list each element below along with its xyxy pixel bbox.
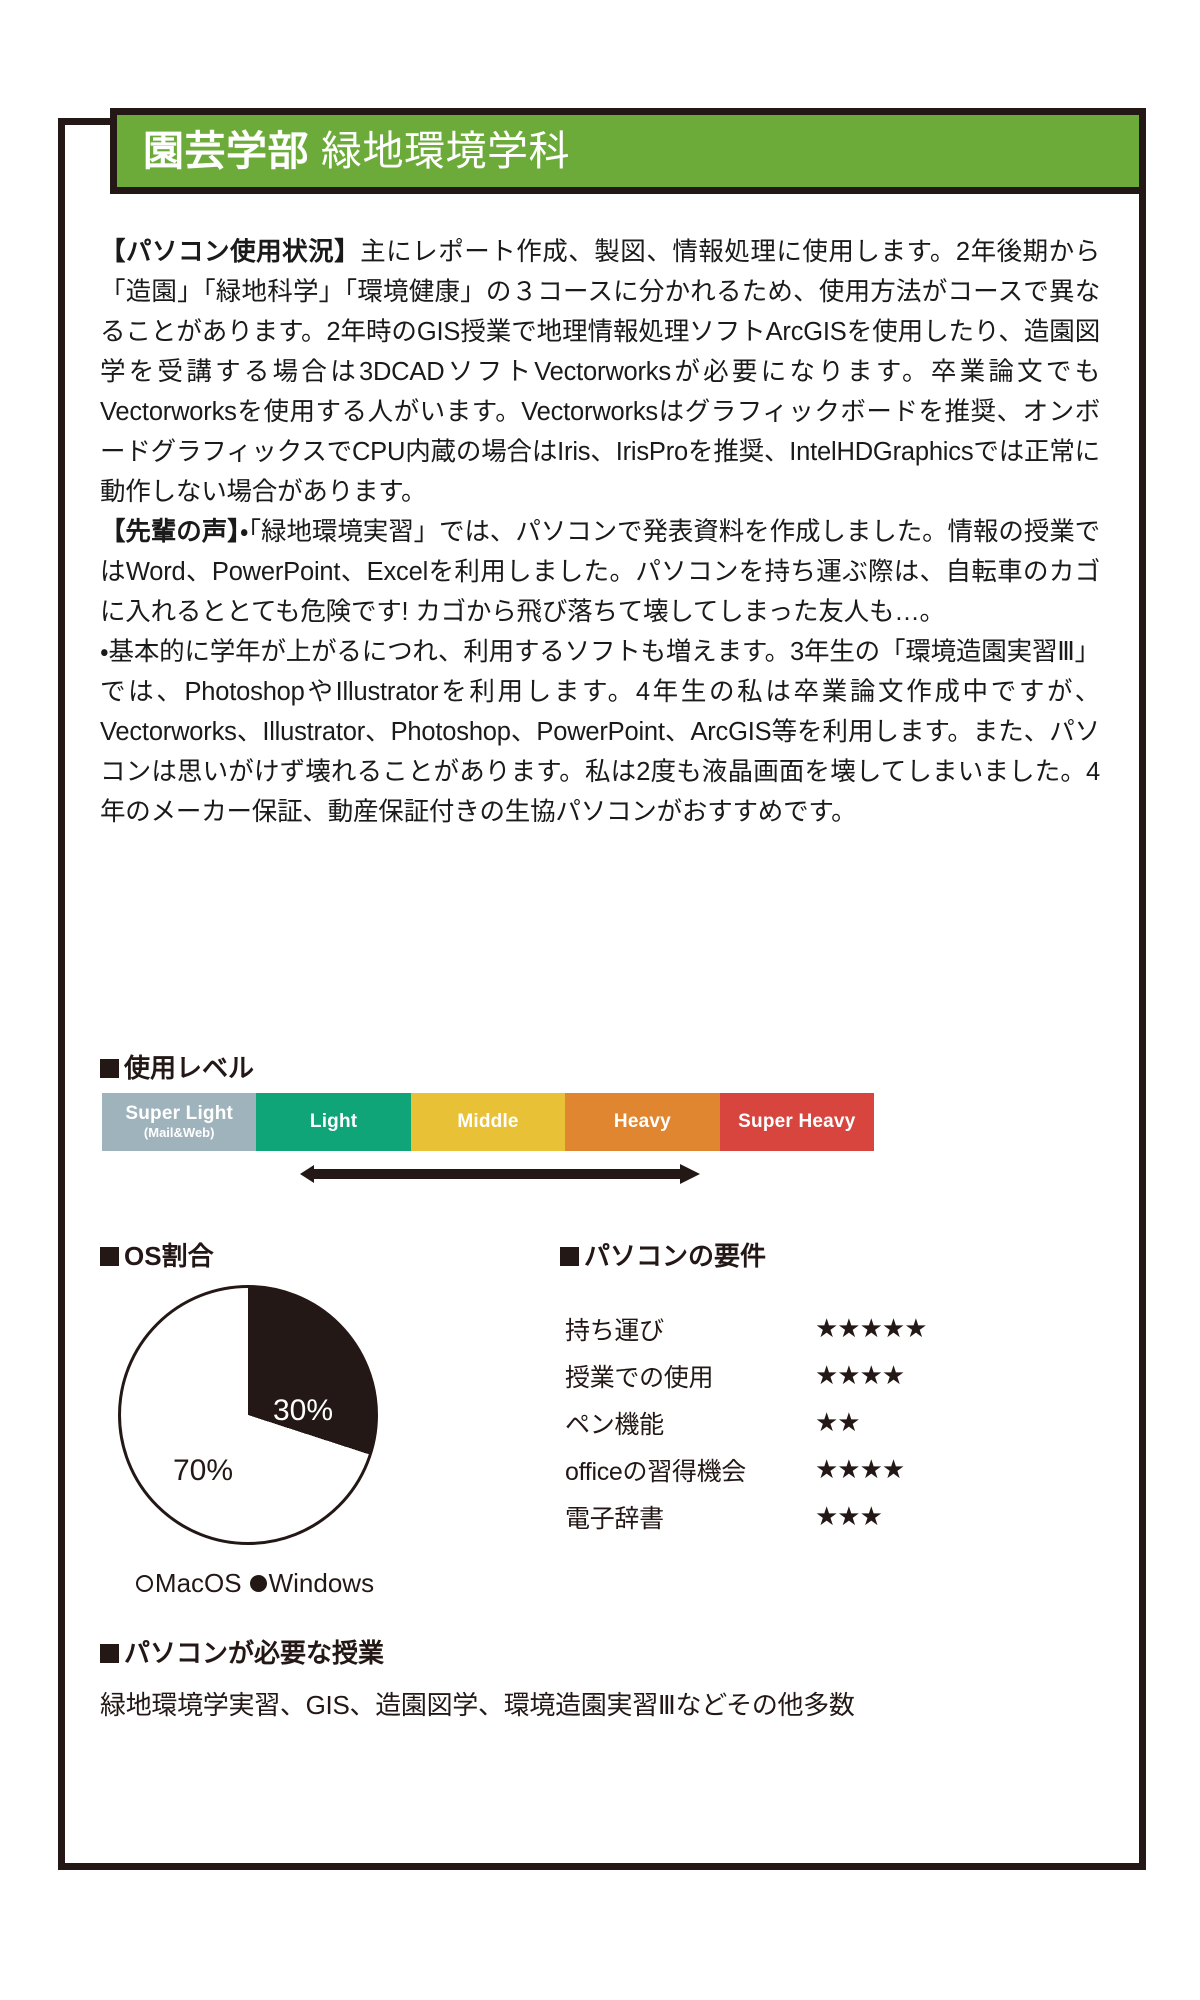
required-classes-heading-text: パソコンが必要な授業 bbox=[124, 1638, 385, 1668]
bullet-square-icon bbox=[560, 1246, 579, 1266]
usage-level-segment-4: Super Heavy bbox=[719, 1093, 875, 1151]
requirements-heading: パソコンの要件 bbox=[560, 1243, 766, 1269]
usage-level-heading: 使用レベル bbox=[100, 1055, 254, 1081]
requirement-star-rating: ★★★ bbox=[815, 1501, 883, 1531]
legend-dot-hollow-icon bbox=[135, 1575, 153, 1592]
usage-level-arrow-icon bbox=[300, 1164, 700, 1184]
requirement-star-rating: ★★★★★ bbox=[815, 1313, 928, 1343]
usage-level-segment-0: Super Light (Mail&Web) bbox=[102, 1093, 257, 1151]
pie-label-windows: 30% bbox=[273, 1394, 334, 1427]
paragraph-senior-voice-text: ・「緑地環境実習」では、パソコンで発表資料を作成しました。情報の授業ではWord… bbox=[100, 518, 1100, 626]
requirement-name: ペン機能 bbox=[565, 1410, 664, 1439]
usage-level-segment-label: Light bbox=[309, 1111, 358, 1133]
requirement-star-rating: ★★ bbox=[815, 1407, 861, 1437]
paragraph-senior-voice: 【先輩の声】・「緑地環境実習」では、パソコンで発表資料を作成しました。情報の授業… bbox=[100, 512, 1100, 632]
required-classes-heading: パソコンが必要な授業 bbox=[100, 1640, 384, 1666]
os-ratio-heading: OS割合 bbox=[100, 1243, 214, 1269]
os-pie-chart: 30% 70% bbox=[118, 1285, 378, 1545]
header-banner-inner: 園芸学部 緑地環境学科 bbox=[117, 115, 1139, 187]
requirement-row: 電子辞書 ★★★ bbox=[565, 1493, 1005, 1540]
legend-dot-filled-icon bbox=[249, 1575, 267, 1592]
required-classes-text: 緑地環境学実習、GIS、造園図学、環境造園実習Ⅲなどその他多数 bbox=[100, 1690, 855, 1720]
usage-level-bar: Super Light (Mail&Web) Light Middle Heavy Sup… bbox=[102, 1093, 875, 1151]
requirement-row: 授業での使用 ★★★★ bbox=[565, 1352, 1005, 1399]
usage-level-segment-2: Middle bbox=[410, 1093, 566, 1151]
body-text-block: 【パソコン使用状況】主にレポート作成、製図、情報処理に使用します。2年後期から「… bbox=[100, 232, 1100, 832]
requirements-list: 持ち運び ★★★★★ 授業での使用 ★★★★ ペン機能 ★★ officeの習得機会 ★★★★… bbox=[565, 1305, 1005, 1540]
usage-level-segment-sublabel: (Mail&Web) bbox=[143, 1125, 215, 1141]
usage-level-segment-label: Heavy bbox=[613, 1111, 671, 1133]
usage-level-heading-text: 使用レベル bbox=[124, 1053, 255, 1083]
requirement-row: officeの習得機会 ★★★★ bbox=[565, 1446, 1005, 1493]
os-pie-graphic: 30% 70% bbox=[118, 1285, 378, 1545]
requirement-name: 授業での使用 bbox=[565, 1363, 714, 1392]
requirement-star-rating: ★★★★ bbox=[815, 1360, 905, 1390]
legend-item-macos: MacOS bbox=[135, 1568, 242, 1599]
paragraph-senior-voice-2: ・基本的に学年が上がるにつれ、利用するソフトも増えます。3年生の「環境造園実習Ⅲ… bbox=[100, 638, 1100, 826]
legend-label-macos: MacOS bbox=[154, 1568, 242, 1598]
bullet-square-icon bbox=[100, 1246, 119, 1266]
legend-item-windows: Windows bbox=[249, 1568, 375, 1599]
bullet-square-icon bbox=[100, 1058, 119, 1078]
department-name: 緑地環境学科 bbox=[321, 127, 570, 174]
legend-label-windows: Windows bbox=[268, 1568, 375, 1598]
usage-level-segment-label: Middle bbox=[457, 1111, 519, 1133]
paragraph-pc-usage-label: 【パソコン使用状況】 bbox=[100, 238, 361, 266]
pie-label-macos: 70% bbox=[173, 1454, 234, 1487]
requirement-row: ペン機能 ★★ bbox=[565, 1399, 1005, 1446]
requirement-name: officeの習得機会 bbox=[565, 1457, 747, 1486]
requirement-star-rating: ★★★★ bbox=[815, 1454, 905, 1484]
paragraph-pc-usage: 【パソコン使用状況】主にレポート作成、製図、情報処理に使用します。2年後期から「… bbox=[100, 232, 1100, 512]
usage-level-segment-1: Light bbox=[256, 1093, 411, 1151]
usage-level-segment-3: Heavy bbox=[565, 1093, 720, 1151]
paragraph-pc-usage-text: 主にレポート作成、製図、情報処理に使用します。2年後期から「造園」「緑地科学」「… bbox=[100, 238, 1100, 506]
requirement-name: 持ち運び bbox=[565, 1316, 664, 1345]
os-ratio-heading-text: OS割合 bbox=[124, 1241, 214, 1271]
requirement-row: 持ち運び ★★★★★ bbox=[565, 1305, 1005, 1352]
faculty-name: 園芸学部 bbox=[143, 127, 309, 174]
paragraph-senior-voice-label: 【先輩の声】 bbox=[100, 518, 240, 546]
requirement-name: 電子辞書 bbox=[565, 1504, 664, 1533]
header-banner: 園芸学部 緑地環境学科 bbox=[110, 108, 1146, 194]
requirements-heading-text: パソコンの要件 bbox=[584, 1241, 767, 1271]
bullet-square-icon bbox=[100, 1643, 119, 1663]
page-root: 園芸学部 緑地環境学科 【パソコン使用状況】主にレポート作成、製図、情報処理に使… bbox=[0, 0, 1200, 2000]
os-pie-legend: MacOS Windows bbox=[110, 1568, 400, 1599]
usage-level-segment-label: Super Light bbox=[125, 1103, 234, 1125]
usage-level-segment-label: Super Heavy bbox=[738, 1111, 856, 1133]
